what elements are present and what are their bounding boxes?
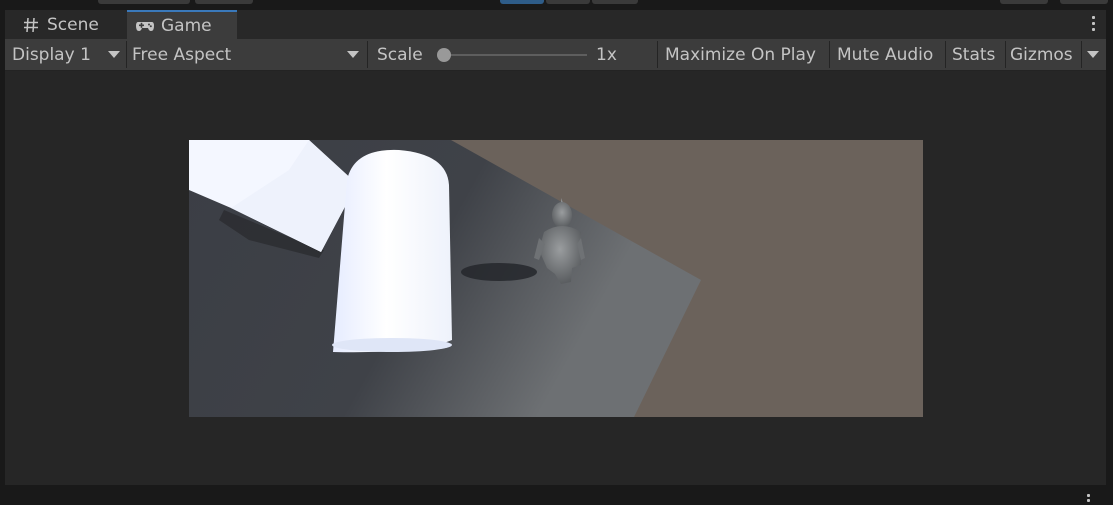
toolbar-edge [98, 0, 190, 4]
scale-label-text: Scale [377, 44, 423, 65]
scale-slider-track[interactable] [442, 54, 587, 56]
tab-game[interactable]: Game [127, 10, 237, 39]
maximize-on-play-label: Maximize On Play [665, 44, 816, 65]
stats-toggle[interactable]: Stats [952, 39, 1002, 70]
chevron-down-icon [108, 51, 120, 58]
play-button-edge[interactable] [500, 0, 544, 4]
divider [367, 41, 368, 68]
white-cylinder [333, 149, 452, 353]
scale-value: 1x [596, 39, 626, 70]
editor-top-strip [0, 0, 1113, 9]
gizmos-toggle[interactable]: Gizmos [1010, 39, 1080, 70]
display-value: Display 1 [12, 44, 91, 65]
hash-grid-icon [21, 15, 41, 35]
window-right-edge [1106, 10, 1113, 487]
chevron-down-icon [1087, 51, 1099, 58]
gizmos-label: Gizmos [1010, 44, 1073, 65]
scale-slider-thumb[interactable] [437, 48, 451, 62]
mute-audio-toggle[interactable]: Mute Audio [837, 39, 942, 70]
tab-scene[interactable]: Scene [13, 10, 125, 39]
step-button-edge[interactable] [592, 0, 638, 4]
toolbar-edge [1060, 0, 1108, 4]
game-viewport[interactable] [189, 140, 923, 417]
divider [126, 41, 127, 68]
divider [945, 41, 946, 68]
tab-scene-label: Scene [47, 14, 99, 35]
maximize-on-play-toggle[interactable]: Maximize On Play [665, 39, 830, 70]
display-dropdown[interactable]: Display 1 [12, 39, 122, 70]
toolbar-edge [1000, 0, 1048, 4]
scale-value-text: 1x [596, 44, 617, 65]
stats-label: Stats [952, 44, 996, 65]
pause-button-edge[interactable] [546, 0, 590, 4]
gamepad-icon [135, 16, 155, 36]
aspect-dropdown[interactable]: Free Aspect [132, 39, 364, 70]
bottom-panel-edge [0, 487, 1113, 505]
divider [1005, 41, 1006, 68]
divider [829, 41, 830, 68]
bottom-panel-menu-icon[interactable] [1087, 494, 1091, 504]
divider [657, 41, 658, 68]
tab-game-label: Game [161, 15, 212, 36]
panel-menu-icon[interactable] [1092, 16, 1096, 34]
gizmos-dropdown[interactable] [1082, 39, 1106, 70]
tab-bar: Scene Game [5, 10, 1106, 39]
scale-label: Scale [377, 39, 437, 70]
mute-audio-label: Mute Audio [837, 44, 934, 65]
game-render [189, 140, 923, 417]
toolbar-edge [195, 0, 253, 4]
chevron-down-icon [347, 51, 359, 58]
aspect-value: Free Aspect [132, 44, 232, 65]
